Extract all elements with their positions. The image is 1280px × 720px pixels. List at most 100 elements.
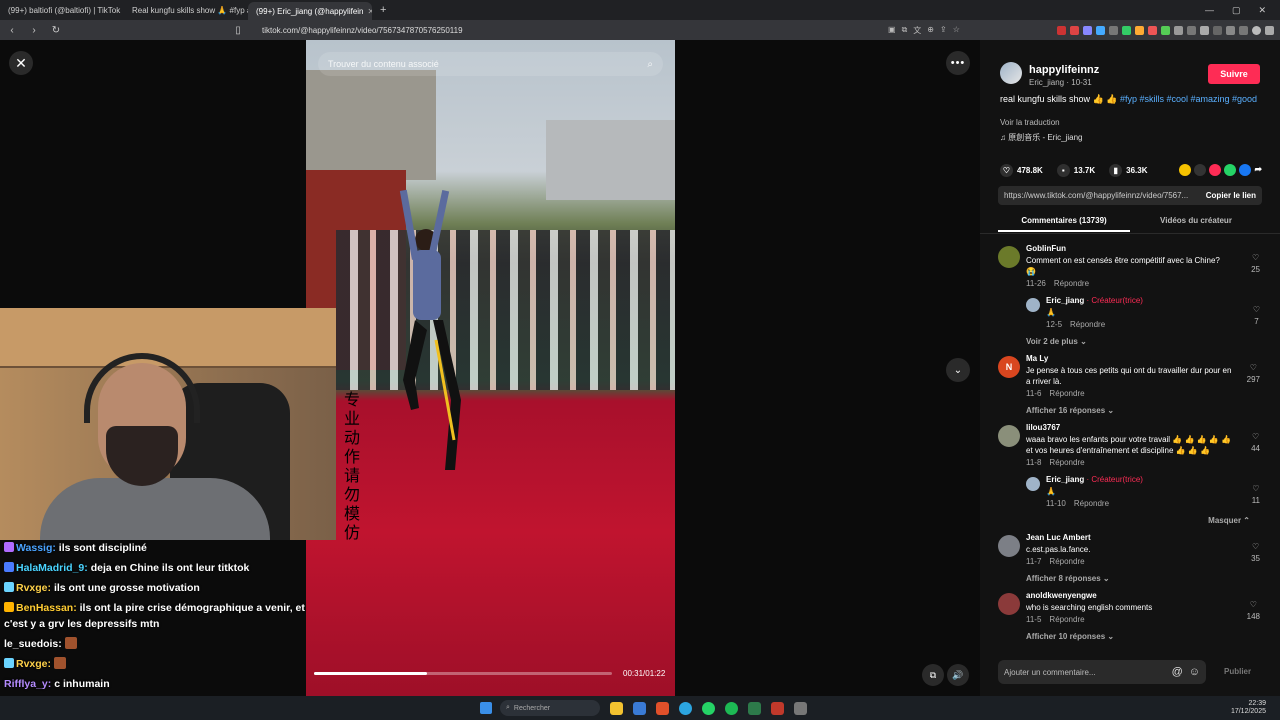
extension-icon[interactable]	[1213, 25, 1222, 35]
extension-icon[interactable]	[1239, 25, 1248, 35]
search-icon[interactable]: ⌕	[647, 59, 653, 70]
hide-replies-link[interactable]: Masquer ⌃	[998, 516, 1250, 525]
tab-comments[interactable]: Commentaires (13739)	[998, 212, 1130, 232]
more-options-button[interactable]: •••	[946, 51, 970, 75]
publish-button[interactable]: Publier	[1224, 667, 1251, 676]
avatar[interactable]	[1026, 298, 1040, 312]
comment-like-button[interactable]: ♡ 7	[1253, 304, 1260, 328]
open-icon[interactable]: ⧉	[902, 25, 908, 36]
menu-icon[interactable]	[1265, 25, 1274, 35]
new-tab-button[interactable]: +	[372, 4, 394, 16]
show-replies-link[interactable]: Afficher 10 réponses ⌄	[1026, 632, 1268, 641]
url-field[interactable]: tiktok.com/@happylifeinnz/video/75673478…	[262, 26, 662, 35]
cast-icon[interactable]: ▣	[888, 25, 896, 36]
comment-like-button[interactable]: ♡ 25	[1251, 252, 1260, 276]
video-link-box[interactable]: https://www.tiktok.com/@happylifeinnz/vi…	[998, 186, 1262, 205]
system-clock[interactable]: 22:39 17/12/2025	[1231, 700, 1266, 716]
avatar[interactable]	[1000, 62, 1022, 84]
comment-like-button[interactable]: ♡ 297	[1247, 362, 1260, 386]
repost-icon[interactable]	[1179, 164, 1192, 176]
translate-icon[interactable]: 文	[913, 25, 921, 36]
forward-icon[interactable]: ›	[28, 25, 40, 36]
chat-username[interactable]: Rvxge:	[16, 582, 51, 594]
minimize-icon[interactable]: —	[1205, 5, 1214, 16]
hashtags[interactable]: #fyp #skills #cool #amazing #good	[1120, 94, 1257, 104]
reply-button[interactable]: Répondre	[1074, 499, 1109, 508]
avatar[interactable]: N	[998, 356, 1020, 378]
comment-author[interactable]: Eric_jiang · Créateur(trice)	[1046, 475, 1268, 484]
app-icon[interactable]	[748, 701, 761, 715]
translate-link[interactable]: Voir la traduction	[1000, 118, 1060, 127]
chat-username[interactable]: le_suedois:	[4, 638, 62, 650]
chat-username[interactable]: Rifflya_y:	[4, 678, 51, 690]
profile-icon[interactable]	[1252, 25, 1261, 35]
close-window-icon[interactable]: ✕	[1258, 5, 1266, 16]
comment-author[interactable]: GoblinFun	[1026, 244, 1268, 253]
brave-icon[interactable]	[656, 701, 669, 715]
comment-like-button[interactable]: ♡ 35	[1251, 541, 1260, 565]
maximize-icon[interactable]: ▢	[1232, 5, 1241, 16]
browser-tab-active[interactable]: (99+) Eric_jiang (@happylifein ✕	[248, 2, 372, 20]
chat-username[interactable]: Rvxge:	[16, 658, 51, 670]
star-icon[interactable]: ☆	[953, 25, 960, 36]
reload-icon[interactable]: ↻	[50, 25, 62, 36]
reply-button[interactable]: Répondre	[1049, 458, 1084, 467]
files-icon[interactable]	[633, 701, 646, 715]
windows-start-icon[interactable]	[480, 702, 492, 714]
extension-icon[interactable]	[1122, 25, 1131, 35]
extension-icon[interactable]	[1148, 25, 1157, 35]
whatsapp-icon[interactable]	[702, 701, 715, 715]
spotify-icon[interactable]	[725, 701, 738, 715]
video-player[interactable]: Trouver du contenu associé ⌕ 专业动作请勿模仿 00…	[306, 40, 675, 696]
like-button[interactable]: ♡	[1000, 163, 1013, 177]
avatar[interactable]	[998, 535, 1020, 557]
chat-username[interactable]: Wassig:	[16, 542, 56, 554]
extension-icon[interactable]	[1135, 25, 1144, 35]
comment-button[interactable]: ▪	[1056, 163, 1070, 177]
next-video-button[interactable]: ⌄	[946, 358, 970, 382]
music-link[interactable]: ♫ 原創音乐 - Eric_jiang	[1000, 132, 1082, 143]
show-replies-link[interactable]: Voir 2 de plus ⌄	[1026, 337, 1268, 346]
author-name[interactable]: happylifeinnz	[1029, 64, 1099, 76]
reply-button[interactable]: Répondre	[1049, 615, 1084, 624]
save-button[interactable]: ▮	[1109, 163, 1123, 177]
back-icon[interactable]: ‹	[6, 25, 18, 36]
copy-link-button[interactable]: Copier le lien	[1206, 191, 1256, 200]
add-comment-input[interactable]: Ajouter un commentaire... @ ☺	[998, 660, 1206, 684]
comment-like-button[interactable]: ♡ 11	[1252, 483, 1260, 507]
telegram-icon[interactable]	[679, 701, 692, 715]
chat-username[interactable]: HalaMadrid_9:	[16, 562, 88, 574]
embed-icon[interactable]	[1194, 164, 1207, 176]
reply-button[interactable]: Répondre	[1070, 320, 1105, 329]
video-search-bar[interactable]: Trouver du contenu associé ⌕	[318, 52, 663, 76]
avatar[interactable]	[1026, 477, 1040, 491]
share-page-icon[interactable]: ⇪	[940, 25, 947, 36]
share-arrow-icon[interactable]: ➦	[1254, 164, 1262, 176]
extension-icon[interactable]	[1057, 25, 1066, 35]
comment-author[interactable]: Eric_jiang · Créateur(trice)	[1046, 296, 1268, 305]
follow-button[interactable]: Suivre	[1208, 64, 1260, 84]
extension-icon[interactable]	[1070, 25, 1079, 35]
show-replies-link[interactable]: Afficher 8 réponses ⌄	[1026, 574, 1268, 583]
browser-tab[interactable]: Real kungfu skills show 🙏 #fyp #coo✕	[124, 2, 248, 18]
bookmark-page-icon[interactable]: ▯	[232, 25, 244, 36]
mention-icon[interactable]: @	[1172, 666, 1183, 678]
avatar[interactable]	[998, 425, 1020, 447]
comment-like-button[interactable]: ♡ 44	[1251, 431, 1260, 455]
tab-creator-videos[interactable]: Vidéos du créateur	[1130, 212, 1262, 232]
show-replies-link[interactable]: Afficher 16 réponses ⌄	[1026, 406, 1268, 415]
close-video-button[interactable]: ✕	[9, 51, 33, 75]
reply-button[interactable]: Répondre	[1054, 279, 1089, 288]
video-progress-bar[interactable]	[314, 672, 612, 675]
volume-button[interactable]: 🔊	[947, 664, 969, 686]
extension-icon[interactable]	[1096, 25, 1105, 35]
extension-icon[interactable]	[1109, 25, 1118, 35]
extension-icon[interactable]	[1161, 25, 1170, 35]
taskbar-search[interactable]: ⌕ Rechercher	[500, 700, 600, 716]
file-explorer-icon[interactable]	[610, 701, 623, 715]
avatar[interactable]	[998, 593, 1020, 615]
reply-button[interactable]: Répondre	[1049, 557, 1084, 566]
emoji-icon[interactable]: ☺	[1189, 666, 1200, 678]
comment-author[interactable]: Ma Ly	[1026, 354, 1268, 363]
extension-icon[interactable]	[1187, 25, 1196, 35]
